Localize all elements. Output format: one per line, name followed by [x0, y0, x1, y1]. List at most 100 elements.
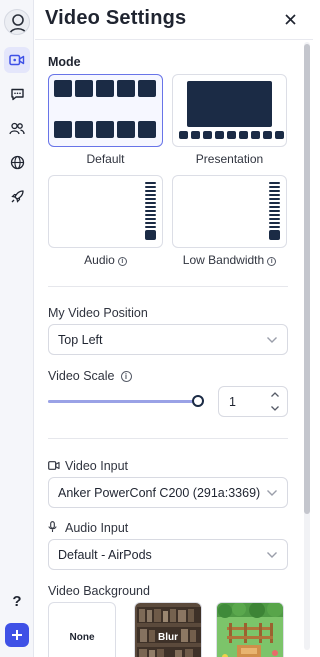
rocket-icon: [10, 189, 24, 203]
video-tile: [138, 121, 156, 138]
video-tile: [275, 131, 284, 139]
audio-bar: [269, 230, 280, 240]
video-input-value: Anker PowerConf C200 (291a:3369): [58, 486, 261, 500]
video-tile: [54, 80, 72, 97]
mode-caption-presentation: Presentation: [195, 152, 264, 166]
mode-option-presentation[interactable]: [172, 74, 287, 147]
mode-label: Mode: [48, 55, 81, 69]
video-input-select[interactable]: Anker PowerConf C200 (291a:3369): [48, 477, 288, 508]
audio-bar: [269, 222, 280, 224]
video-tile: [179, 131, 188, 139]
audio-bar: [145, 198, 156, 200]
video-input-label-text: Video Input: [65, 459, 129, 473]
video-tile: [117, 80, 135, 97]
add-button[interactable]: [5, 623, 29, 647]
mode-caption-default: Default: [86, 152, 125, 166]
rail-item-chat[interactable]: [4, 81, 30, 107]
chevron-down-icon[interactable]: [270, 405, 280, 412]
page-title: Video Settings: [45, 7, 187, 29]
audio-input-value: Default - AirPods: [58, 548, 152, 562]
audio-bar: [145, 218, 156, 220]
scrollbar-thumb[interactable]: [304, 44, 310, 514]
globe-icon: [10, 155, 24, 169]
video-tile: [239, 131, 248, 139]
video-settings-panel: Video Settings Mode Default Presentation…: [35, 0, 313, 657]
settings-content: Mode Default Presentation Audio i Low Ba…: [35, 40, 300, 657]
background-option-label: Blur: [158, 632, 178, 643]
video-scale-slider-handle[interactable]: [192, 395, 204, 407]
rail-item-video-settings[interactable]: [4, 47, 30, 73]
audio-input-label-text: Audio Input: [65, 521, 129, 535]
left-rail: ?: [0, 0, 34, 657]
mode-option-audio[interactable]: [48, 175, 163, 248]
video-tile: [227, 131, 236, 139]
close-icon: [284, 13, 296, 25]
video-scale-value: 1: [229, 395, 236, 409]
rail-item-people[interactable]: [4, 115, 30, 141]
audio-bar: [269, 190, 280, 192]
background-option-label: None: [69, 632, 95, 643]
people-icon: [9, 122, 25, 134]
video-tile: [96, 121, 114, 138]
chevron-up-icon[interactable]: [270, 391, 280, 398]
info-icon[interactable]: i: [120, 371, 132, 382]
background-option-blur[interactable]: Blur: [134, 602, 202, 657]
video-position-value: Top Left: [58, 333, 103, 347]
mode-caption-low-bandwidth-text: Low Bandwidth: [182, 253, 265, 267]
mode-caption-low-bandwidth: Low Bandwidth i: [172, 253, 287, 267]
video-tile: [203, 131, 212, 139]
video-position-select[interactable]: Top Left: [48, 324, 288, 355]
audio-bar: [269, 218, 280, 220]
audio-bar: [269, 214, 280, 216]
user-avatar[interactable]: [4, 9, 30, 35]
presentation-screen: [187, 81, 272, 127]
close-button[interactable]: [281, 10, 299, 28]
audio-bar: [269, 186, 280, 188]
audio-bar: [145, 186, 156, 188]
audio-bar: [145, 202, 156, 204]
chevron-down-icon: [267, 337, 277, 343]
video-scale-stepper[interactable]: 1: [218, 386, 288, 417]
mode-caption-audio-text: Audio: [84, 253, 115, 267]
video-background-label: Video Background: [48, 584, 150, 598]
chevron-down-icon: [267, 552, 277, 558]
section-divider: [48, 286, 288, 287]
rail-item-globe[interactable]: [4, 149, 30, 175]
video-tile: [215, 131, 224, 139]
audio-bar: [145, 226, 156, 228]
audio-bar: [145, 222, 156, 224]
panel-header: Video Settings: [35, 0, 313, 40]
rail-item-launch[interactable]: [4, 183, 30, 209]
info-icon[interactable]: i: [117, 257, 127, 266]
mode-caption-audio: Audio i: [48, 253, 163, 267]
audio-bar: [145, 190, 156, 192]
video-scale-slider-fill: [48, 400, 198, 403]
user-silhouette-icon: [9, 14, 27, 34]
help-button[interactable]: ?: [0, 590, 34, 612]
mode-option-low-bandwidth[interactable]: [172, 175, 287, 248]
video-tile: [75, 80, 93, 97]
video-tile: [117, 121, 135, 138]
background-option-garden[interactable]: [216, 602, 284, 657]
mode-option-default[interactable]: [48, 74, 163, 147]
audio-bar: [145, 182, 156, 184]
audio-input-select[interactable]: Default - AirPods: [48, 539, 288, 570]
info-icon[interactable]: i: [267, 257, 277, 266]
chat-bubble-icon: [10, 88, 24, 101]
video-camera-icon: [48, 461, 60, 470]
audio-bar: [269, 198, 280, 200]
video-tile: [96, 80, 114, 97]
video-tile: [138, 80, 156, 97]
audio-bar: [269, 202, 280, 204]
garden-scene-image: [217, 603, 283, 657]
audio-bar: [145, 214, 156, 216]
background-option-none[interactable]: None: [48, 602, 116, 657]
audio-input-label: Audio Input: [48, 521, 128, 535]
audio-bar: [269, 226, 280, 228]
video-tile: [251, 131, 260, 139]
video-input-label: Video Input: [48, 459, 128, 473]
video-tile: [191, 131, 200, 139]
video-position-label: My Video Position: [48, 306, 148, 320]
microphone-icon: [48, 521, 57, 532]
video-tile: [75, 121, 93, 138]
